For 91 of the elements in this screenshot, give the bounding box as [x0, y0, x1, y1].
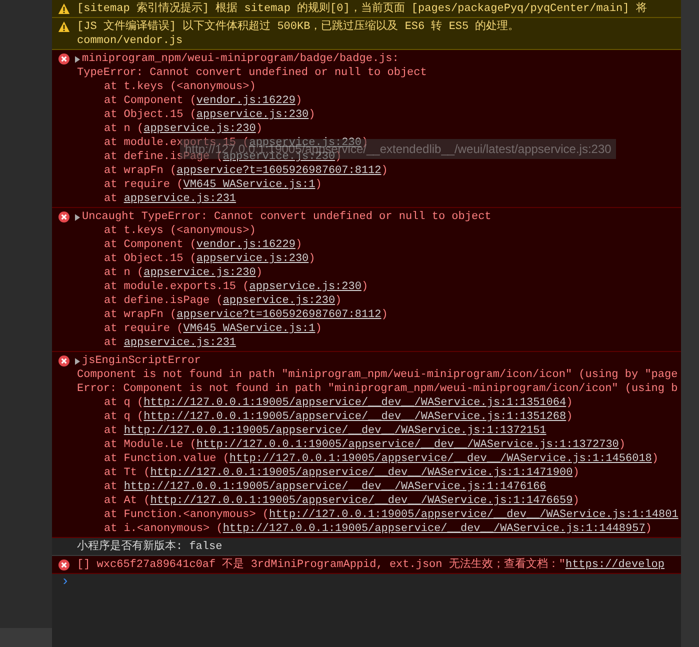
console-text: at define.isPage (: [104, 294, 223, 308]
console-text: at wrapFn (: [104, 164, 177, 178]
console-text: ): [295, 238, 302, 252]
console-text: at require (: [104, 178, 184, 192]
source-link[interactable]: vendor.js:16229: [196, 94, 296, 108]
source-link[interactable]: appservice.js:230: [196, 252, 309, 266]
console-text: at: [104, 336, 118, 350]
console-text: ): [361, 280, 368, 294]
console-text: ): [256, 266, 262, 280]
console-text: ): [295, 94, 302, 108]
console-text: ): [572, 466, 580, 480]
console-text: at At (: [104, 494, 150, 508]
error-icon: [58, 355, 70, 367]
error-icon: [58, 211, 70, 223]
console-text: ): [566, 396, 573, 410]
error-icon: [58, 559, 70, 571]
console-text: at q (: [104, 396, 144, 410]
console-text: at i.<anonymous> (: [104, 522, 223, 536]
source-link[interactable]: VM645 WAService.js:1: [183, 322, 316, 336]
console-text: jsEnginScriptError: [82, 354, 201, 368]
source-link[interactable]: http://127.0.0.1:19005/appservice/__dev__/WAService.js:1:1372730: [196, 438, 619, 452]
source-link[interactable]: https://develop: [565, 558, 664, 572]
console-text: Error: Component is not found in path "miniprogram_npm/weui-miniprogram/icon/icon" (using b: [77, 382, 678, 396]
expand-arrow-icon[interactable]: [75, 358, 80, 364]
source-link[interactable]: appservice.js:230: [222, 294, 336, 308]
console-text: ): [315, 322, 322, 336]
console-text: at: [104, 424, 118, 438]
console-text: at Module.Le (: [104, 438, 196, 452]
console-text: at Component (: [104, 94, 196, 108]
source-link[interactable]: http://127.0.0.1:19005/appservice/__dev__/WAService.js:1:1372151: [124, 424, 546, 438]
console-text: ): [256, 122, 262, 136]
console-text: ): [308, 252, 316, 266]
expand-arrow-icon[interactable]: [75, 214, 80, 220]
source-link[interactable]: appservice.js:231: [124, 336, 236, 350]
console-text: at Function.<anonymous> (: [104, 508, 270, 522]
source-link[interactable]: http://127.0.0.1:19005/appservice/__dev__/WAService.js:1:1471900: [150, 466, 573, 480]
console-text: at n (: [104, 266, 144, 280]
console-text: ): [618, 438, 626, 452]
console-text: ): [381, 308, 388, 322]
console-text: at t.keys (<anonymous>): [104, 80, 256, 94]
source-link[interactable]: http://127.0.0.1:19005/appservice/__dev__/WAService.js:1:1476659: [150, 494, 573, 508]
console-text: at Object.15 (: [104, 108, 196, 122]
source-link[interactable]: appservice.js:230: [196, 108, 309, 122]
console-text: at module.exports.15 (: [104, 280, 250, 294]
console-text: miniprogram_npm/weui-miniprogram/badge/badge.js:: [82, 52, 399, 66]
console-text: [] wxc65f27a89641c0af 不是 3rdMiniProgramAppid, ext.json 无法生效；查看文档：": [77, 558, 566, 572]
console-text: at: [104, 480, 118, 494]
console-text: [sitemap 索引情况提示] 根据 sitemap 的规则[0]，当前页面 [pages/packagePyq/pyqCenter/main] 将: [77, 2, 647, 16]
console-text: at Object.15 (: [104, 252, 196, 266]
source-link[interactable]: appservice.js:230: [144, 122, 256, 136]
source-link[interactable]: appservice.js:231: [124, 192, 236, 206]
source-link[interactable]: appservice.js:230: [144, 266, 256, 280]
console-text: ): [381, 164, 388, 178]
console-text: at: [104, 192, 118, 206]
console-text: at Tt (: [104, 466, 150, 480]
source-link[interactable]: http://127.0.0.1:19005/appservice/__dev__/WAService.js:1:14801: [269, 508, 678, 522]
expand-arrow-icon[interactable]: [75, 56, 80, 62]
console-text: ): [308, 108, 316, 122]
console-text: ): [645, 522, 652, 536]
console-text: at q (: [104, 410, 144, 424]
console-text: [JS 文件编译错误] 以下文件体积超过 500KB，已跳过压缩以及 ES6 转 ES5 的处理。: [77, 20, 520, 34]
console-text: at wrapFn (: [104, 308, 177, 322]
source-link[interactable]: http://127.0.0.1:19005/appservice/__dev__/WAService.js:1:1448957: [222, 522, 646, 536]
console-text: at Component (: [104, 238, 196, 252]
console-text: Component is not found in path "miniprogram_npm/weui-miniprogram/icon/icon" (using by "page: [77, 368, 678, 382]
source-link[interactable]: appservice?t=1605926987607:8112: [176, 164, 382, 178]
console-text: ): [566, 410, 573, 424]
console-text: TypeError: Cannot convert undefined or null to object: [77, 66, 427, 80]
console-text: ): [652, 452, 658, 466]
source-link[interactable]: appservice.js:230: [249, 280, 362, 294]
console-text: Uncaught TypeError: Cannot convert undefined or null to object: [82, 210, 492, 224]
console-text: 小程序是否有新版本: false: [77, 540, 222, 554]
console-text: common/vendor.js: [77, 34, 183, 48]
console-text: at require (: [104, 322, 184, 336]
prompt-icon[interactable]: ›: [52, 574, 71, 590]
console-text: at Function.value (: [104, 452, 230, 466]
source-link[interactable]: http://127.0.0.1:19005/appservice/__dev__/WAService.js:1:1351064: [144, 396, 566, 410]
console-text: ): [335, 294, 342, 308]
console-text: at n (: [104, 122, 144, 136]
warning-icon: [58, 21, 70, 33]
error-icon: [58, 53, 70, 65]
source-link[interactable]: http://127.0.0.1:19005/appservice/__dev__/WAService.js:1:1456018: [229, 452, 652, 466]
console-text: at t.keys (<anonymous>): [104, 224, 256, 238]
warning-icon: [58, 3, 70, 15]
source-link[interactable]: vendor.js:16229: [196, 238, 296, 252]
console-text: ): [315, 178, 322, 192]
source-link[interactable]: appservice?t=1605926987607:8112: [176, 308, 382, 322]
console-text: ): [572, 494, 580, 508]
source-link[interactable]: VM645 WAService.js:1: [183, 178, 316, 192]
source-link[interactable]: http://127.0.0.1:19005/appservice/__dev__/WAService.js:1:1351268: [144, 410, 566, 424]
source-link[interactable]: http://127.0.0.1:19005/appservice/__dev__/WAService.js:1:1476166: [124, 480, 546, 494]
